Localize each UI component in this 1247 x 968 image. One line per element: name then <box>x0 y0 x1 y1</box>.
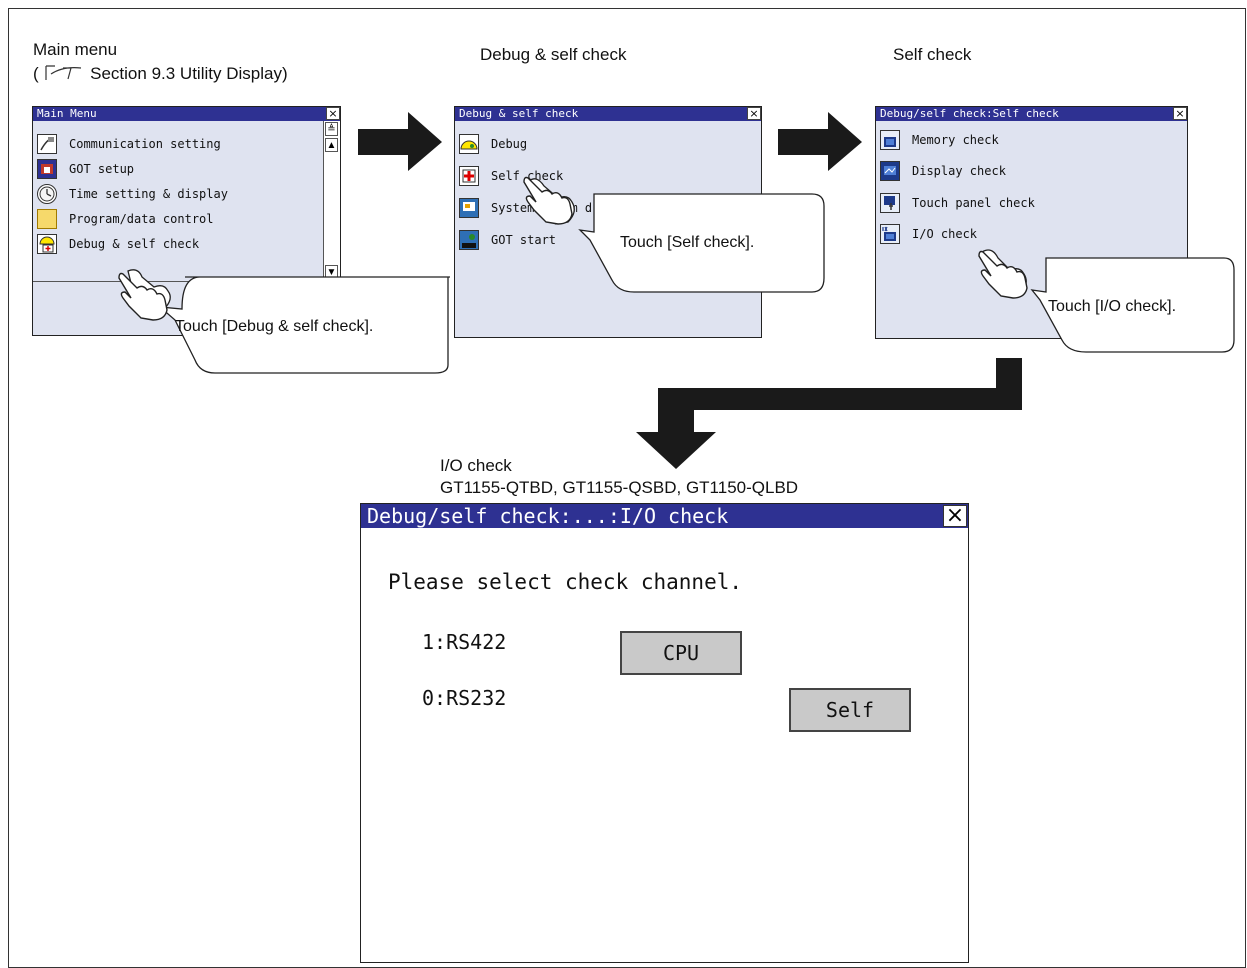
scroll-top-button[interactable]: ≜ <box>325 122 338 136</box>
menu-item-label: Touch panel check <box>912 196 1035 210</box>
close-button[interactable]: × <box>943 505 967 527</box>
debug-title: Debug & self check <box>459 107 579 120</box>
clock-icon <box>37 184 57 204</box>
channel-prompt: Please select check channel. <box>388 570 743 594</box>
got-start-icon <box>459 230 479 250</box>
caption-io-check: I/O check <box>440 456 512 475</box>
debug-titlebar: Debug & self check <box>455 107 761 121</box>
self-check-titlebar: Debug/self check:Self check <box>876 107 1187 121</box>
close-button[interactable]: × <box>326 107 340 120</box>
menu-item-label: Communication setting <box>69 137 221 151</box>
channel-rs232-label: 0:RS232 <box>422 686 507 710</box>
memory-icon <box>880 130 900 150</box>
menu-item-label: Debug <box>491 137 528 151</box>
folder-icon <box>37 209 57 229</box>
cpu-button[interactable]: CPU <box>620 631 742 675</box>
system-alarm-icon <box>459 198 479 218</box>
self-check-icon <box>459 166 479 186</box>
menu-item-label: Memory check <box>912 133 999 147</box>
right-arrow-icon <box>358 112 442 171</box>
main-menu-title: Main Menu <box>37 107 97 120</box>
callout-debug-self-check: Touch [Debug & self check]. <box>175 318 374 335</box>
caption-reference-text: Section 9.3 Utility Display) <box>90 64 288 83</box>
menu-item-label: Time setting & display <box>69 187 228 201</box>
self-button[interactable]: Self <box>789 688 911 732</box>
reference-pointer-icon <box>45 65 82 80</box>
channel-rs422-label: 1:RS422 <box>422 630 507 654</box>
caption-self-check: Self check <box>893 45 972 64</box>
menu-item-label: Debug & self check <box>69 237 200 251</box>
hand-pointer-icon <box>523 176 573 225</box>
close-button[interactable]: × <box>747 107 761 120</box>
io-check-titlebar: Debug/self check:...:I/O check <box>361 504 968 528</box>
menu-item-label: Program/data control <box>69 212 214 226</box>
touch-panel-icon <box>880 193 900 213</box>
caption-models: GT1155-QTBD, GT1155-QSBD, GT1150-QLBD <box>440 478 799 497</box>
io-check-screen: Debug/self check:...:I/O check × Please … <box>360 503 969 963</box>
down-arrow-icon <box>636 358 1022 469</box>
debug-icon <box>459 134 479 154</box>
hand-pointer-icon <box>118 272 168 321</box>
callout-io-check: Touch [I/O check]. <box>1048 298 1177 315</box>
caption-reference-paren: ( <box>33 64 39 83</box>
menu-item-label: Display check <box>912 164 1006 178</box>
caption-main-menu: Main menu <box>33 40 118 59</box>
scrollbar[interactable]: ≜ ▲ ▼ <box>323 121 340 281</box>
got-setup-icon <box>37 159 57 179</box>
menu-item-label: GOT setup <box>69 162 135 176</box>
communication-icon <box>37 134 57 154</box>
scroll-up-button[interactable]: ▲ <box>325 138 338 152</box>
right-arrow-icon <box>778 112 862 171</box>
display-icon <box>880 161 900 181</box>
callout-self-check: Touch [Self check]. <box>620 234 755 251</box>
self-check-title: Debug/self check:Self check <box>880 107 1059 120</box>
close-button[interactable]: × <box>1173 107 1187 120</box>
caption-debug-self-check: Debug & self check <box>480 45 627 64</box>
hand-pointer-icon <box>978 250 1028 299</box>
main-menu-titlebar: Main Menu <box>33 107 340 121</box>
io-icon <box>880 224 900 244</box>
caption-reference: ( Section 9.3 Utility Display) <box>33 64 288 84</box>
io-check-title: Debug/self check:...:I/O check <box>367 504 729 528</box>
debug-icon <box>37 234 57 254</box>
menu-item-label: I/O check <box>912 227 978 241</box>
